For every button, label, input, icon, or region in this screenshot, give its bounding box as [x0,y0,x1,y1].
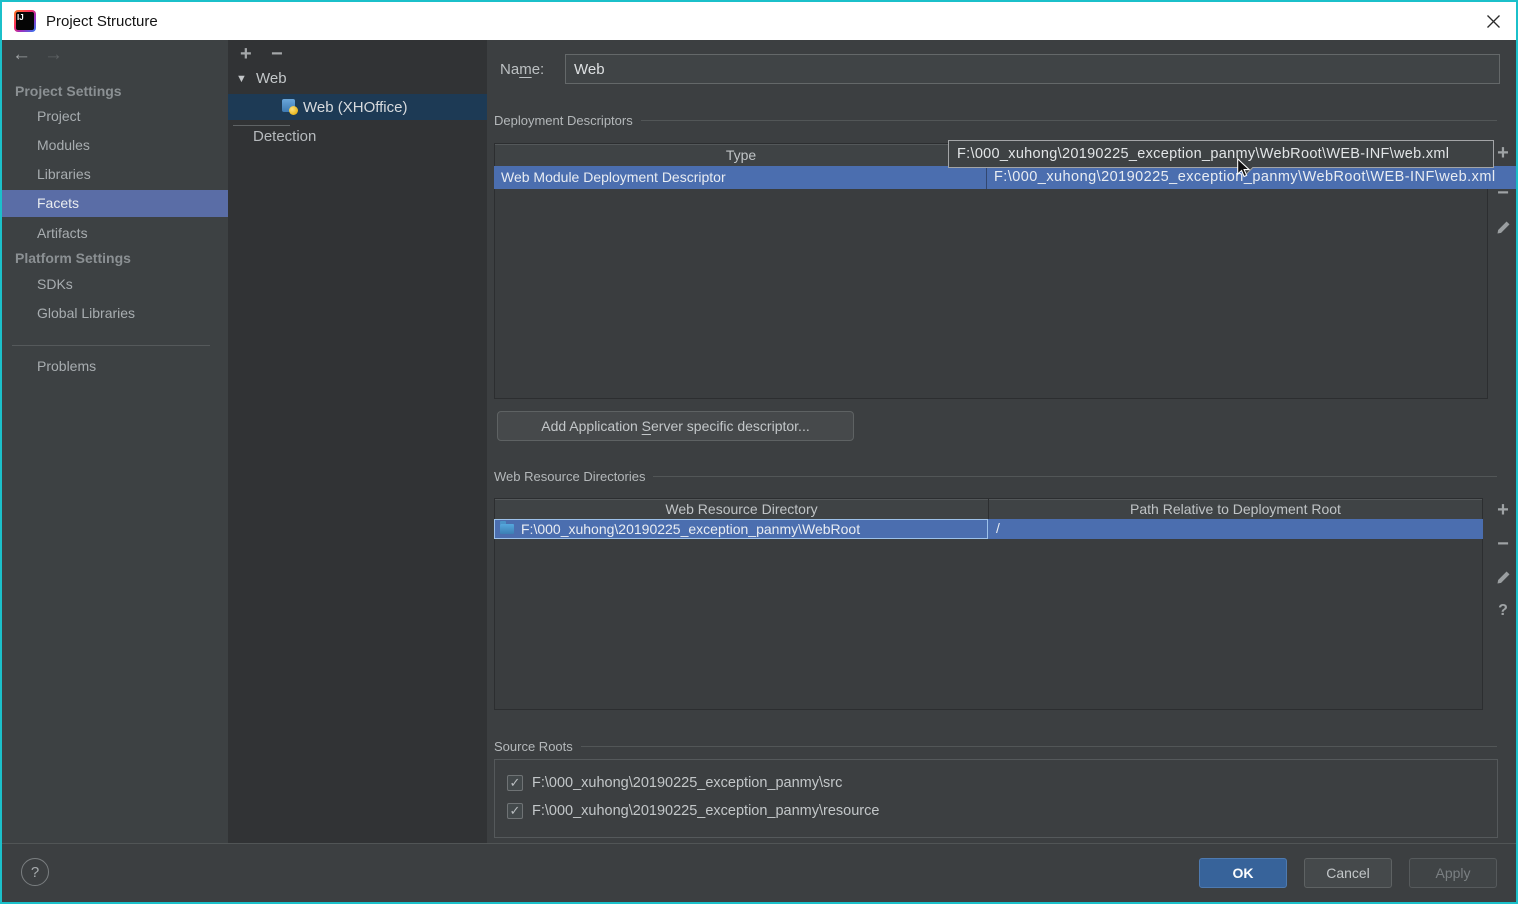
add-facet-icon[interactable]: + [240,43,252,66]
resource-checkbox[interactable]: ✓ [507,803,523,819]
column-header-path-relative: Path Relative to Deployment Root [1130,501,1341,517]
add-resource-icon[interactable]: + [1493,500,1513,520]
sidebar-item-libraries[interactable]: Libraries [2,161,228,188]
sidebar-item-sdks[interactable]: SDKs [2,271,228,298]
column-header-web-resource-directory: Web Resource Directory [495,499,989,519]
remove-facet-icon[interactable]: − [271,43,283,66]
sidebar-item-facets[interactable]: Facets [2,190,228,217]
facets-tree-panel: + − ▼ Web Web (XHOffice) Detection [228,40,487,845]
sidebar-item-artifacts[interactable]: Artifacts [2,220,228,247]
deployment-descriptors-section-title: Deployment Descriptors [494,113,1497,128]
back-arrow-icon[interactable]: ← [12,44,31,66]
src-path-label: F:\000_xuhong\20190225_exception_panmy\s… [532,775,843,791]
tree-node-label: Web (XHOffice) [303,98,408,116]
title-bar: Project Structure [2,2,1516,40]
resource-table-header: Web Resource Directory Path Relative to … [495,499,1482,520]
section-header-platform-settings: Platform Settings [15,250,131,266]
resource-help-icon[interactable]: ? [1493,602,1513,620]
name-input[interactable] [565,54,1500,84]
descriptor-type-cell[interactable]: Web Module Deployment Descriptor [494,166,987,189]
facet-config-panel: Name: Deployment Descriptors Type + − We… [487,40,1516,845]
resource-path-label: F:\000_xuhong\20190225_exception_panmy\r… [532,803,880,819]
section-header-project-settings: Project Settings [15,83,122,99]
tree-divider [233,125,290,126]
tree-node-detection[interactable]: Detection [253,128,316,145]
sidebar-item-global-libraries[interactable]: Global Libraries [2,300,228,327]
sidebar-item-project[interactable]: Project [2,103,228,130]
intellij-logo-icon [14,10,36,32]
project-structure-dialog: Project Structure ← → Project Settings P… [0,0,1518,904]
web-facet-icon [282,99,298,115]
src-checkbox[interactable]: ✓ [507,775,523,791]
dialog-content: ← → Project Settings Project Modules Lib… [2,40,1516,845]
resource-path-cell[interactable]: / [988,519,1483,539]
tree-node-web-xhoffice[interactable]: Web (XHOffice) [228,94,487,120]
sidebar-item-problems[interactable]: Problems [2,353,228,380]
source-root-row-resource: ✓ F:\000_xuhong\20190225_exception_panmy… [507,803,879,819]
resource-directory-cell[interactable]: F:\000_xuhong\20190225_exception_panmy\W… [494,519,988,539]
edit-descriptor-icon[interactable] [1493,218,1513,235]
name-label: Name: [500,61,545,78]
source-roots-section-title: Source Roots [494,739,1497,754]
settings-sidebar: ← → Project Settings Project Modules Lib… [2,40,228,845]
add-descriptor-icon[interactable]: + [1493,143,1513,163]
cancel-button[interactable]: Cancel [1304,858,1392,888]
ok-button[interactable]: OK [1199,858,1287,888]
tree-node-web[interactable]: Web [256,70,287,87]
edit-resource-icon[interactable] [1493,568,1513,585]
deployment-descriptor-row[interactable]: Web Module Deployment Descriptor F:\000_… [494,166,1516,189]
dialog-title: Project Structure [46,12,158,30]
sidebar-item-modules[interactable]: Modules [2,132,228,159]
folder-icon [500,521,514,534]
chevron-down-icon[interactable]: ▼ [236,73,247,85]
web-resource-directory-row[interactable]: F:\000_xuhong\20190225_exception_panmy\W… [494,519,1483,539]
column-header-type: Type [495,144,988,166]
help-button[interactable]: ? [21,858,49,886]
apply-button: Apply [1409,858,1497,888]
mouse-cursor [1235,157,1253,183]
source-root-row-src: ✓ F:\000_xuhong\20190225_exception_panmy… [507,775,842,791]
path-tooltip: F:\000_xuhong\20190225_exception_panmy\W… [948,140,1494,176]
sidebar-divider [12,345,210,346]
add-app-server-descriptor-button[interactable]: Add Application Server specific descript… [497,411,854,441]
close-icon[interactable] [1478,6,1508,36]
forward-arrow-icon: → [44,44,63,65]
source-roots-box: ✓ F:\000_xuhong\20190225_exception_panmy… [494,759,1498,838]
footer-buttons: OK Cancel Apply [1199,858,1497,888]
dialog-footer: ? OK Cancel Apply [2,843,1516,902]
web-resource-directories-section-title: Web Resource Directories [494,469,1497,484]
remove-resource-icon[interactable]: − [1493,534,1513,554]
